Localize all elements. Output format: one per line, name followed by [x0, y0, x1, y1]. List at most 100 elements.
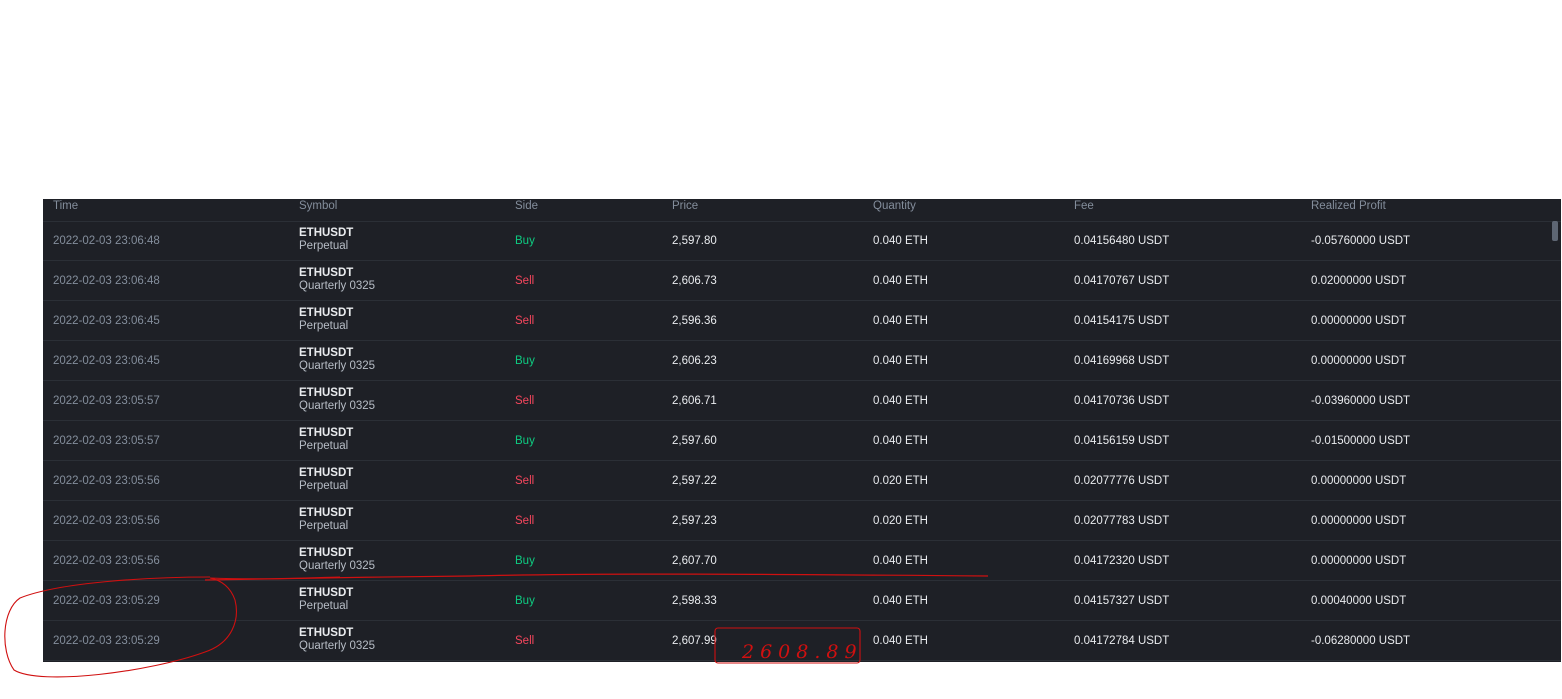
cell-side: Buy — [515, 555, 535, 567]
cell-realized-profit: 0.00000000 USDT — [1311, 315, 1407, 327]
table-body: 2022-02-03 23:06:48 ETHUSDT Perpetual Buy 2,… — [43, 221, 1561, 661]
table-row[interactable]: 2022-02-03 23:06:45 ETHUSDT Perpetual Sell 2… — [43, 301, 1561, 341]
cell-symbol: ETHUSDT Perpetual — [299, 461, 353, 501]
cell-time: 2022-02-03 23:05:56 — [53, 475, 160, 487]
cell-price: 2,606.71 — [672, 395, 717, 407]
symbol-name[interactable]: ETHUSDT — [299, 387, 375, 400]
cell-symbol: ETHUSDT Perpetual — [299, 581, 353, 621]
table-row[interactable]: 2022-02-03 23:05:29 ETHUSDT Quarterly 0325… — [43, 621, 1561, 661]
cell-time: 2022-02-03 23:06:45 — [53, 315, 160, 327]
cell-time: 2022-02-03 23:05:56 — [53, 515, 160, 527]
cell-fee: 0.04172784 USDT — [1074, 635, 1170, 647]
cell-price: 2,597.22 — [672, 475, 717, 487]
cell-price: 2,606.23 — [672, 355, 717, 367]
cell-realized-profit: -0.01500000 USDT — [1311, 435, 1411, 447]
cell-price: 2,597.23 — [672, 515, 717, 527]
cell-time: 2022-02-03 23:06:45 — [53, 355, 160, 367]
cell-quantity: 0.040 ETH — [873, 395, 928, 407]
cell-symbol: ETHUSDT Quarterly 0325 — [299, 621, 375, 661]
cell-symbol: ETHUSDT Perpetual — [299, 421, 353, 461]
cell-fee: 0.02077783 USDT — [1074, 515, 1170, 527]
table-row[interactable]: 2022-02-03 23:05:56 ETHUSDT Perpetual Sell 2… — [43, 501, 1561, 541]
cell-side: Sell — [515, 635, 535, 647]
symbol-name[interactable]: ETHUSDT — [299, 507, 353, 520]
symbol-name[interactable]: ETHUSDT — [299, 227, 353, 240]
cell-price: 2,598.33 — [672, 595, 717, 607]
page: Time Symbol Side Price Quantity Fee Real… — [0, 0, 1562, 699]
cell-realized-profit: -0.06280000 USDT — [1311, 635, 1411, 647]
contract-type: Perpetual — [299, 440, 349, 452]
symbol-name[interactable]: ETHUSDT — [299, 307, 353, 320]
table-row[interactable]: 2022-02-03 23:05:56 ETHUSDT Quarterly 0325… — [43, 541, 1561, 581]
cell-realized-profit: 0.00000000 USDT — [1311, 515, 1407, 527]
cell-realized-profit: -0.03960000 USDT — [1311, 395, 1411, 407]
cell-quantity: 0.040 ETH — [873, 635, 928, 647]
cell-quantity: 0.040 ETH — [873, 595, 928, 607]
cell-price: 2,606.73 — [672, 275, 717, 287]
cell-fee: 0.04169968 USDT — [1074, 355, 1170, 367]
symbol-name[interactable]: ETHUSDT — [299, 267, 375, 280]
cell-realized-profit: 0.00000000 USDT — [1311, 555, 1407, 567]
cell-price: 2,597.80 — [672, 235, 717, 247]
symbol-name[interactable]: ETHUSDT — [299, 587, 353, 600]
contract-type: Perpetual — [299, 240, 349, 252]
cell-price: 2,597.60 — [672, 435, 717, 447]
header-realized-profit[interactable]: Realized Profit — [1311, 199, 1386, 221]
table-row[interactable]: 2022-02-03 23:06:45 ETHUSDT Quarterly 0325… — [43, 341, 1561, 381]
cell-fee: 0.04156480 USDT — [1074, 235, 1170, 247]
cell-quantity: 0.040 ETH — [873, 315, 928, 327]
cell-price: 2,607.99 — [672, 635, 717, 647]
cell-fee: 0.04170767 USDT — [1074, 275, 1170, 287]
symbol-name[interactable]: ETHUSDT — [299, 467, 353, 480]
contract-type: Perpetual — [299, 600, 349, 612]
table-row[interactable]: 2022-02-03 23:05:56 ETHUSDT Perpetual Sell 2… — [43, 461, 1561, 501]
cell-quantity: 0.040 ETH — [873, 275, 928, 287]
header-side[interactable]: Side — [515, 199, 538, 221]
header-symbol[interactable]: Symbol — [299, 199, 337, 221]
cell-time: 2022-02-03 23:05:29 — [53, 595, 160, 607]
table-row[interactable]: 2022-02-03 23:05:57 ETHUSDT Perpetual Buy 2,… — [43, 421, 1561, 461]
table-row[interactable]: 2022-02-03 23:05:57 ETHUSDT Quarterly 0325… — [43, 381, 1561, 421]
cell-quantity: 0.040 ETH — [873, 555, 928, 567]
cell-fee: 0.04154175 USDT — [1074, 315, 1170, 327]
symbol-name[interactable]: ETHUSDT — [299, 347, 375, 360]
table-row[interactable]: 2022-02-03 23:06:48 ETHUSDT Perpetual Buy 2,… — [43, 221, 1561, 261]
symbol-name[interactable]: ETHUSDT — [299, 547, 375, 560]
scrollbar-thumb[interactable] — [1552, 221, 1558, 241]
symbol-name[interactable]: ETHUSDT — [299, 427, 353, 440]
cell-side: Buy — [515, 435, 535, 447]
header-price[interactable]: Price — [672, 199, 698, 221]
cell-side: Sell — [515, 395, 535, 407]
cell-symbol: ETHUSDT Perpetual — [299, 501, 353, 541]
table-row[interactable]: 2022-02-03 23:06:48 ETHUSDT Quarterly 0325… — [43, 261, 1561, 301]
cell-time: 2022-02-03 23:05:56 — [53, 555, 160, 567]
cell-symbol: ETHUSDT Perpetual — [299, 221, 353, 261]
cell-fee: 0.04172320 USDT — [1074, 555, 1170, 567]
cell-quantity: 0.040 ETH — [873, 235, 928, 247]
header-quantity[interactable]: Quantity — [873, 199, 916, 221]
cell-symbol: ETHUSDT Quarterly 0325 — [299, 261, 375, 301]
cell-time: 2022-02-03 23:06:48 — [53, 275, 160, 287]
cell-time: 2022-02-03 23:05:57 — [53, 395, 160, 407]
cell-side: Sell — [515, 475, 535, 487]
header-time[interactable]: Time — [53, 199, 78, 221]
cell-symbol: ETHUSDT Perpetual — [299, 301, 353, 341]
cell-time: 2022-02-03 23:06:48 — [53, 235, 160, 247]
contract-type: Perpetual — [299, 320, 349, 332]
cell-side: Sell — [515, 275, 535, 287]
cell-side: Sell — [515, 315, 535, 327]
contract-type: Quarterly 0325 — [299, 360, 376, 372]
cell-time: 2022-02-03 23:05:57 — [53, 435, 160, 447]
cell-quantity: 0.040 ETH — [873, 355, 928, 367]
contract-type: Quarterly 0325 — [299, 280, 376, 292]
cell-fee: 0.04156159 USDT — [1074, 435, 1170, 447]
cell-quantity: 0.040 ETH — [873, 435, 928, 447]
table-header: Time Symbol Side Price Quantity Fee Real… — [43, 199, 1561, 222]
cell-symbol: ETHUSDT Quarterly 0325 — [299, 541, 375, 581]
contract-type: Perpetual — [299, 520, 349, 532]
symbol-name[interactable]: ETHUSDT — [299, 627, 375, 640]
table-row[interactable]: 2022-02-03 23:05:29 ETHUSDT Perpetual Buy 2,… — [43, 581, 1561, 621]
cell-realized-profit: 0.02000000 USDT — [1311, 275, 1407, 287]
cell-side: Buy — [515, 595, 535, 607]
header-fee[interactable]: Fee — [1074, 199, 1094, 221]
